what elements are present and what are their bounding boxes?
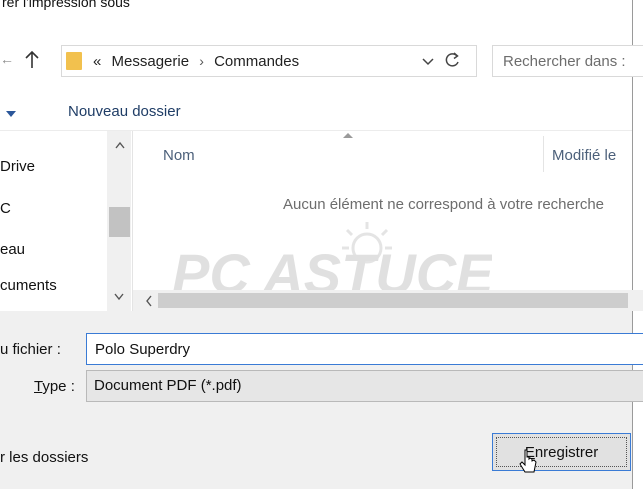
browse-folders-toggle[interactable]: r les dossiers <box>0 449 88 466</box>
filetype-label: Type : <box>34 378 75 395</box>
refresh-icon[interactable] <box>445 52 461 70</box>
scroll-up-icon[interactable] <box>114 140 126 150</box>
breadcrumb-overflow[interactable]: « <box>93 53 101 70</box>
horizontal-scroll-thumb[interactable] <box>158 293 628 308</box>
hand-cursor-icon <box>519 449 537 473</box>
breadcrumb-item-messagerie[interactable]: Messagerie <box>112 53 190 70</box>
chevron-down-icon[interactable] <box>419 52 437 70</box>
organize-dropdown-icon[interactable] <box>6 111 16 117</box>
new-folder-button[interactable]: Nouveau dossier <box>68 103 181 120</box>
nav-pane-scroll-thumb[interactable] <box>109 207 130 237</box>
filename-label: u fichier : <box>0 341 61 358</box>
nav-item-c[interactable]: C <box>0 200 11 217</box>
pane-divider <box>132 131 133 311</box>
forward-arrow-icon[interactable]: ← <box>0 51 14 67</box>
filetype-label-rest: ype : <box>42 378 75 395</box>
scroll-left-icon[interactable] <box>144 294 154 308</box>
sort-ascending-icon <box>343 133 353 138</box>
search-placeholder: Rechercher dans : <box>503 53 626 70</box>
window-title: rer l'impression sous <box>2 0 130 10</box>
breadcrumb: « Messagerie › Commandes <box>93 53 299 70</box>
breadcrumb-separator[interactable]: › <box>199 53 204 69</box>
filetype-selected-value: Document PDF (*.pdf) <box>94 377 242 394</box>
nav-item-documents[interactable]: cuments <box>0 277 57 294</box>
column-divider[interactable] <box>543 136 544 172</box>
column-header-modified[interactable]: Modifié le <box>552 147 616 164</box>
toolbar-divider <box>0 130 632 131</box>
nav-item-drive[interactable]: Drive <box>0 158 35 175</box>
folder-icon <box>66 52 82 70</box>
nav-item-reseau[interactable]: eau <box>0 241 25 258</box>
focus-ring <box>496 437 627 467</box>
breadcrumb-item-commandes[interactable]: Commandes <box>214 53 299 70</box>
up-arrow-icon[interactable] <box>24 50 40 70</box>
save-button[interactable]: Enregistrer <box>492 433 631 471</box>
column-header-name[interactable]: Nom <box>163 147 195 164</box>
scroll-down-icon[interactable] <box>113 292 125 302</box>
window-title-bar: rer l'impression sous <box>0 0 643 26</box>
filename-input[interactable] <box>86 333 643 365</box>
empty-results-message: Aucun élément ne correspond à votre rech… <box>283 196 605 213</box>
